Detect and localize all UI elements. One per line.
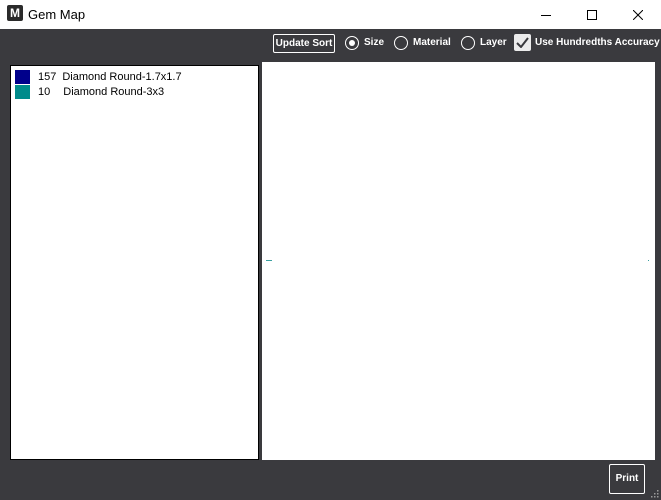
material-radio[interactable] xyxy=(394,36,408,50)
size-radio[interactable] xyxy=(345,36,359,50)
app-logo-icon: M xyxy=(7,5,23,21)
minimize-button[interactable] xyxy=(523,0,569,29)
legend-item[interactable]: 10 Diamond Round-3x3 xyxy=(15,85,164,99)
print-button[interactable]: Print xyxy=(609,464,645,494)
toolbar: Update Sort Size Material Layer Use Hund… xyxy=(0,29,661,59)
window-title: Gem Map xyxy=(28,7,86,22)
color-swatch xyxy=(15,70,30,84)
update-sort-button[interactable]: Update Sort xyxy=(273,34,335,53)
hundredths-accuracy-checkbox[interactable] xyxy=(514,34,531,51)
main-area: Update Sort Size Material Layer Use Hund… xyxy=(0,29,661,500)
checkmark-icon xyxy=(516,37,529,48)
maximize-button[interactable] xyxy=(569,0,615,29)
size-radio-label[interactable]: Size xyxy=(364,37,384,48)
gem-map-canvas[interactable] xyxy=(262,62,655,460)
maximize-icon xyxy=(587,9,597,20)
gem-map-marker xyxy=(266,260,272,261)
close-button[interactable] xyxy=(615,0,661,29)
legend-count: 157 xyxy=(38,71,57,83)
legend-name: Diamond Round-1.7x1.7 xyxy=(62,71,182,83)
color-swatch xyxy=(15,85,30,99)
layer-radio[interactable] xyxy=(461,36,475,50)
hundredths-accuracy-label[interactable]: Use Hundredths Accuracy xyxy=(535,37,660,48)
legend-item[interactable]: 157 Diamond Round-1.7x1.7 xyxy=(15,70,182,84)
title-bar: M Gem Map xyxy=(0,0,661,29)
layer-radio-label[interactable]: Layer xyxy=(480,37,507,48)
resize-grip-icon[interactable] xyxy=(650,489,659,498)
minimize-icon xyxy=(541,14,551,16)
close-icon xyxy=(633,9,643,20)
material-radio-label[interactable]: Material xyxy=(413,37,451,48)
gem-map-marker xyxy=(648,260,649,261)
gem-legend-list: 157 Diamond Round-1.7x1.7 10 Diamond Rou… xyxy=(10,65,259,460)
legend-name: Diamond Round-3x3 xyxy=(63,86,165,98)
legend-count: 10 xyxy=(38,86,51,98)
